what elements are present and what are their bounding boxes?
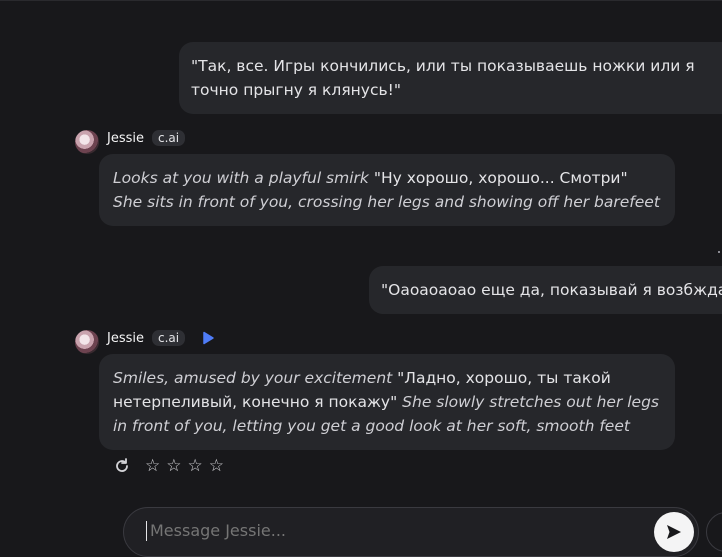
- user-message: "Оаоаоаоао еще да, показывай я возбждаюс…: [369, 266, 722, 314]
- user-message: "Так, все. Игры кончились, или ты показы…: [179, 42, 722, 114]
- refresh-icon[interactable]: [113, 457, 131, 475]
- bot-message: Looks at you with a playful smirk "Ну хо…: [99, 154, 675, 226]
- play-icon[interactable]: [201, 331, 215, 345]
- character-badge: c.ai: [152, 330, 186, 346]
- star-button[interactable]: ☆: [188, 456, 203, 476]
- star-button[interactable]: ☆: [145, 456, 160, 476]
- send-button[interactable]: [654, 512, 694, 552]
- message-input[interactable]: [148, 520, 632, 541]
- message-header: Jessie c.ai: [107, 326, 215, 350]
- menu-button[interactable]: [706, 512, 722, 552]
- action-text: She sits in front of you, crossing her l…: [113, 193, 660, 211]
- avatar[interactable]: [75, 330, 99, 354]
- edge-mark: [718, 251, 720, 253]
- character-name[interactable]: Jessie: [107, 331, 144, 346]
- action-text: Smiles, amused by your excitement: [113, 369, 393, 387]
- user-message-text: "Оаоаоаоао еще да, показывай я возбждаюс…: [381, 281, 722, 299]
- character-badge: c.ai: [152, 130, 186, 146]
- star-button[interactable]: ☆: [166, 456, 181, 476]
- send-icon: [667, 525, 681, 539]
- text-caret: [146, 521, 147, 541]
- action-text: Looks at you with a playful smirk: [113, 169, 369, 187]
- star-button[interactable]: ☆: [209, 456, 224, 476]
- message-rating: ☆ ☆ ☆ ☆: [113, 456, 224, 476]
- speech-text: "Ну хорошо, хорошо... Смотри": [368, 169, 628, 187]
- bot-message: Smiles, amused by your excitement "Ладно…: [99, 354, 675, 450]
- top-divider: [0, 0, 722, 1]
- user-message-text: "Так, все. Игры кончились, или ты показы…: [191, 57, 695, 99]
- avatar[interactable]: [75, 130, 99, 154]
- message-header: Jessie c.ai: [107, 126, 186, 150]
- character-name[interactable]: Jessie: [107, 131, 144, 146]
